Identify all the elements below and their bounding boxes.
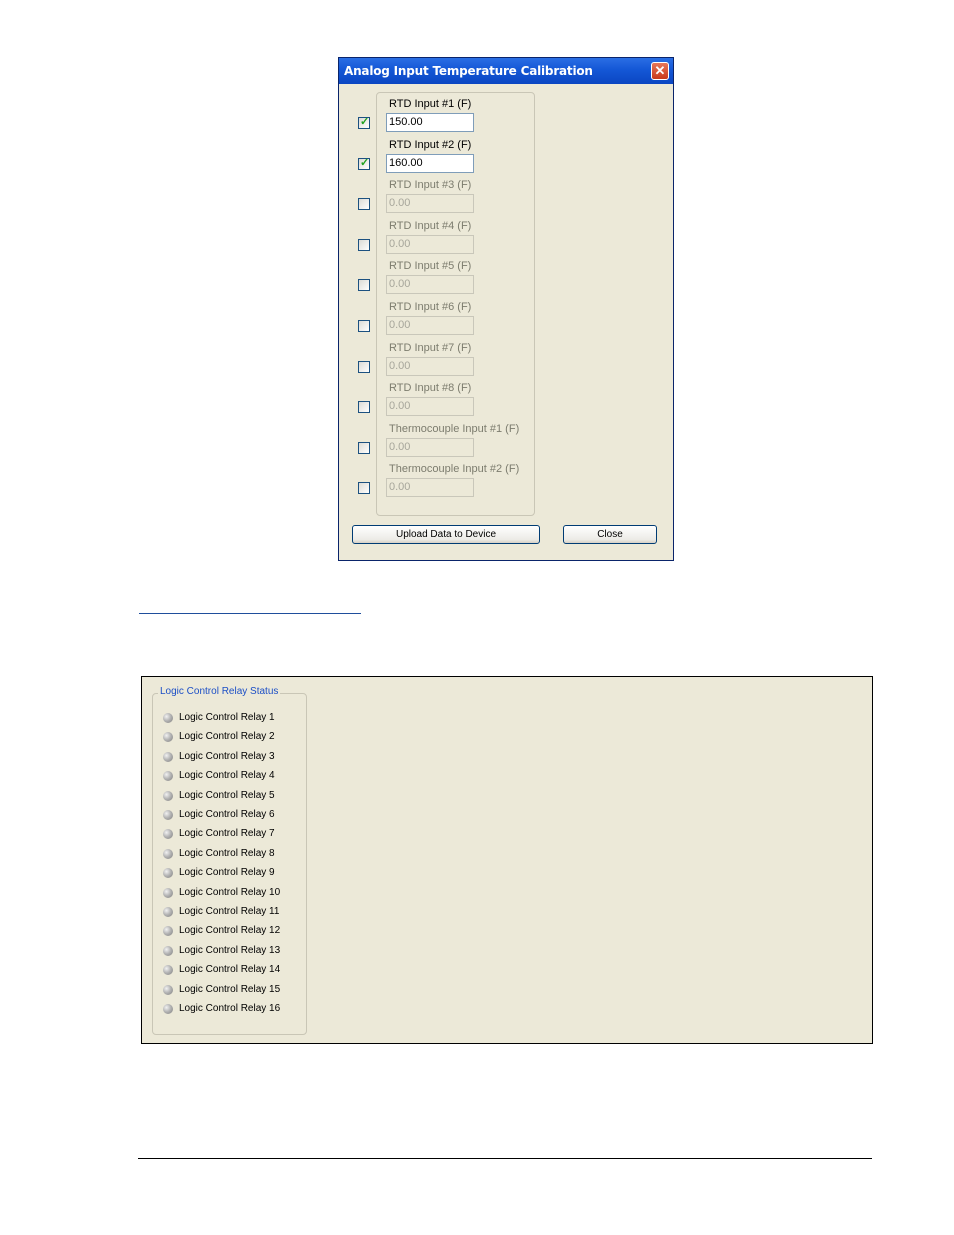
input-label: RTD Input #3 (F) [389, 179, 472, 192]
status-led-icon [163, 848, 173, 859]
calibration-dialog: Analog Input Temperature Calibration ✕ R… [338, 57, 674, 561]
divider-link-line [139, 613, 361, 614]
relay-status-panel: Logic Control Relay Status Logic Control… [141, 676, 873, 1044]
check-icon: ✓ [360, 156, 370, 169]
enable-checkbox[interactable] [358, 360, 370, 373]
enable-checkbox[interactable]: ✓ [358, 116, 370, 129]
enable-checkbox[interactable] [358, 401, 370, 414]
relay-label: Logic Control Relay 15 [179, 983, 281, 995]
temperature-field[interactable]: 0.00 [386, 275, 474, 295]
input-label: Thermocouple Input #2 (F) [389, 463, 520, 476]
relay-label: Logic Control Relay 2 [179, 731, 275, 743]
status-led-icon [163, 926, 173, 937]
relay-label: Logic Control Relay 8 [179, 847, 275, 859]
check-icon: ✓ [360, 116, 370, 128]
relay-label: Logic Control Relay 11 [179, 906, 280, 917]
temperature-field[interactable]: 150.00 [386, 113, 474, 132]
input-label: RTD Input #2 (F) [389, 138, 472, 151]
temperature-field[interactable]: 0.00 [386, 478, 474, 498]
relay-label: Logic Control Relay 13 [179, 944, 281, 956]
status-led-icon [163, 829, 173, 840]
relay-label: Logic Control Relay 5 [179, 789, 275, 801]
input-label: RTD Input #5 (F) [389, 260, 472, 273]
relay-label: Logic Control Relay 9 [179, 867, 275, 879]
status-led-icon [163, 984, 173, 995]
input-label: Thermocouple Input #1 (F) [389, 422, 520, 435]
relay-label: Logic Control Relay 3 [179, 750, 275, 762]
temperature-field[interactable]: 0.00 [386, 437, 474, 457]
relay-label: Logic Control Relay 1 [179, 712, 275, 723]
status-led-icon [163, 810, 173, 820]
status-led-icon [163, 751, 173, 762]
relay-label: Logic Control Relay 4 [179, 770, 275, 782]
temperature-field[interactable]: 0.00 [386, 397, 474, 417]
temperature-field[interactable]: 0.00 [386, 234, 474, 254]
relay-status-group: Logic Control Relay Status Logic Control… [152, 686, 307, 1035]
enable-checkbox[interactable] [358, 198, 370, 211]
footer-divider [138, 1158, 872, 1159]
relay-label: Logic Control Relay 7 [179, 828, 275, 840]
status-led-icon [163, 713, 173, 723]
relay-label: Logic Control Relay 16 [179, 1003, 281, 1014]
relay-label: Logic Control Relay 14 [179, 964, 281, 976]
relay-label: Logic Control Relay 6 [179, 809, 275, 820]
enable-checkbox[interactable]: ✓ [358, 156, 370, 170]
status-led-icon [163, 907, 173, 917]
input-label: RTD Input #4 (F) [389, 219, 472, 232]
temperature-field[interactable]: 0.00 [386, 194, 474, 214]
status-led-icon [163, 887, 173, 898]
temperature-field[interactable]: 0.00 [386, 316, 474, 335]
input-label: RTD Input #8 (F) [389, 382, 472, 395]
enable-checkbox[interactable] [358, 238, 370, 251]
status-led-icon [163, 868, 173, 879]
enable-checkbox[interactable] [358, 279, 370, 292]
status-led-icon [163, 790, 173, 801]
relay-label: Logic Control Relay 10 [179, 886, 281, 898]
dialog-title: Analog Input Temperature Calibration [344, 64, 593, 78]
input-label: RTD Input #7 (F) [389, 341, 472, 354]
status-led-icon [163, 732, 173, 743]
temperature-field[interactable]: 0.00 [386, 356, 474, 376]
status-led-icon [163, 1004, 173, 1014]
close-icon[interactable]: ✕ [651, 62, 669, 80]
enable-checkbox[interactable] [358, 320, 370, 332]
input-label: RTD Input #6 (F) [389, 301, 472, 313]
enable-checkbox[interactable] [358, 441, 370, 454]
close-button[interactable]: Close [563, 525, 657, 544]
status-led-icon [163, 771, 173, 782]
upload-button[interactable]: Upload Data to Device [352, 525, 540, 544]
status-led-icon [163, 965, 173, 976]
temperature-field[interactable]: 160.00 [386, 153, 474, 173]
relay-status-title: Logic Control Relay Status [158, 686, 281, 697]
input-label: RTD Input #1 (F) [389, 98, 472, 110]
status-led-icon [163, 945, 173, 956]
relay-label: Logic Control Relay 12 [179, 925, 281, 937]
dialog-titlebar[interactable]: Analog Input Temperature Calibration ✕ [339, 58, 673, 84]
enable-checkbox[interactable] [358, 482, 370, 495]
